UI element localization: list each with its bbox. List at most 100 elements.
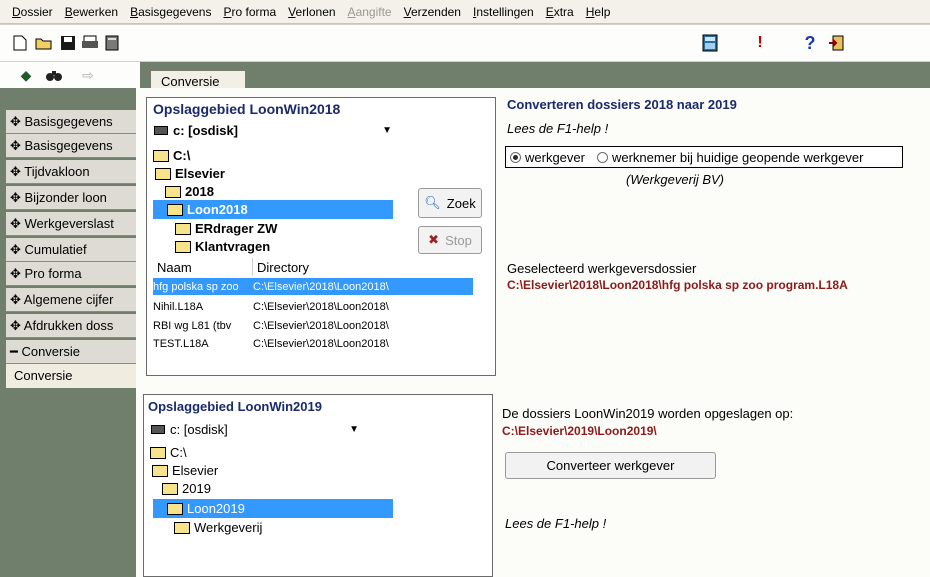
menu-instellingen[interactable]: Instellingen — [467, 5, 540, 19]
exit-door-icon[interactable] — [826, 33, 846, 53]
menu-verzenden[interactable]: Verzenden — [398, 5, 467, 19]
toolbar: ! ? — [0, 25, 930, 61]
expand-icon: ✥ — [10, 114, 25, 129]
menu-aangifte[interactable]: Aangifte — [342, 5, 398, 19]
file-row[interactable]: Nihil.L18A C:\Elsevier\2018\Loon2018\ — [153, 298, 473, 315]
nav-item-basisgegevens-2[interactable]: ✥ Basisgegevens — [6, 134, 136, 158]
chevron-down-icon: ▼ — [382, 124, 392, 136]
calculator-icon[interactable] — [700, 33, 720, 53]
folder-icon — [175, 222, 191, 235]
employer-name: (Werkgeverij BV) — [626, 172, 725, 187]
target-tree-werkgeverij[interactable]: Werkgeverij — [174, 518, 262, 537]
menu-extra[interactable]: Extra — [540, 5, 580, 19]
expand-icon: ✥ — [10, 138, 25, 153]
target-tree-loon2019[interactable]: Loon2019 — [153, 499, 393, 518]
folder-open-icon — [165, 185, 181, 198]
folder-icon — [174, 521, 190, 534]
drive-icon — [151, 424, 165, 434]
source-tree-root[interactable]: C:\ — [153, 146, 190, 165]
source-tree-erdrager[interactable]: ERdrager ZW — [175, 219, 277, 238]
file-row[interactable]: hfg polska sp zoo C:\Elsevier\2018\Loon20… — [153, 278, 473, 295]
forward-arrow-icon[interactable]: ⇨ — [78, 65, 98, 85]
column-header-naam[interactable]: Naam — [153, 258, 253, 276]
target-panel-title: Opslaggebied LoonWin2019 — [148, 399, 322, 414]
nav-item-conversie[interactable]: ━ Conversie — [6, 340, 136, 364]
menu-pro-forma[interactable]: Pro forma — [217, 5, 282, 19]
menu-basisgegevens[interactable]: Basisgegevens — [124, 5, 217, 19]
conversion-heading: Converteren dossiers 2018 naar 2019 — [507, 97, 737, 112]
left-navigation: ✥ Basisgegevens ✥ Basisgegevens ✥ Tijdva… — [0, 88, 136, 577]
conversion-mode-group: werkgever werknemer bij huidige geopende… — [505, 146, 903, 168]
drive-icon — [154, 125, 168, 135]
radio-employee[interactable]: werknemer bij huidige geopende werkgever — [596, 150, 863, 165]
folder-open-icon — [150, 446, 166, 459]
open-folder-icon[interactable] — [34, 33, 54, 53]
print-icon[interactable] — [80, 33, 100, 53]
expand-icon: ✥ — [10, 216, 25, 231]
file-row[interactable]: RBI wg L81 (tbv C:\Elsevier\2018\Loon2018… — [153, 317, 473, 334]
folder-open-icon — [153, 149, 169, 162]
content-area: Opslaggebied LoonWin2018 c: [osdisk] ▼ C… — [136, 88, 930, 577]
new-file-icon[interactable] — [10, 33, 30, 53]
tab-strip — [140, 62, 930, 88]
column-header-directory[interactable]: Directory — [253, 258, 473, 276]
nav-item-tijdvakloon[interactable]: ✥ Tijdvakloon — [6, 160, 136, 184]
help-hint-bottom: Lees de F1-help ! — [505, 516, 607, 531]
navigation-bar: ◆ ⇨ — [0, 62, 140, 88]
convert-employer-button[interactable]: Converteer werkgever — [505, 452, 716, 479]
search-icon: 🔍︎ — [424, 195, 441, 210]
target-tree-elsevier[interactable]: Elsevier — [152, 461, 218, 480]
file-list: Naam Directory hfg polska sp zoo C:\Elsev… — [153, 258, 473, 368]
radio-employer[interactable]: werkgever — [510, 150, 585, 165]
archive-icon[interactable] — [102, 33, 122, 53]
menu-dossier[interactable]: Dossier — [6, 5, 59, 19]
expand-icon: ✥ — [10, 266, 25, 281]
menu-help[interactable]: Help — [580, 5, 617, 19]
help-hint-top: Lees de F1-help ! — [507, 121, 609, 136]
radio-unchecked-icon — [596, 151, 608, 163]
nav-item-algemene-cijfers[interactable]: ✥ Algemene cijfer — [6, 288, 136, 312]
nav-item-basisgegevens-1[interactable]: ✥ Basisgegevens — [6, 110, 136, 134]
collapse-icon: ━ — [10, 344, 22, 359]
target-storage-panel: Opslaggebied LoonWin2019 c: [osdisk] ▼ C… — [143, 394, 493, 577]
nav-item-werkgeverslast[interactable]: ✥ Werkgeverslast — [6, 212, 136, 236]
folder-open-icon — [167, 203, 183, 216]
selected-file-label: Geselecteerd werkgeversdossier — [507, 261, 697, 276]
nav-item-bijzonder-loon[interactable]: ✥ Bijzonder loon — [6, 186, 136, 210]
stop-button[interactable]: ✖ Stop — [418, 226, 482, 254]
nav-item-cumulatief[interactable]: ✥ Cumulatief — [6, 238, 136, 262]
source-tree-elsevier[interactable]: Elsevier — [155, 164, 225, 183]
expand-icon: ✥ — [10, 242, 25, 257]
file-row[interactable]: TEST.L18A C:\Elsevier\2018\Loon2018\ — [153, 335, 473, 352]
nav-subitem-conversie[interactable]: Conversie — [6, 364, 136, 388]
expand-icon: ✥ — [10, 164, 25, 179]
menu-bewerken[interactable]: Bewerken — [59, 5, 124, 19]
save-icon[interactable] — [58, 33, 78, 53]
target-tree-root[interactable]: C:\ — [150, 443, 187, 462]
nav-item-pro-forma[interactable]: ✥ Pro forma — [6, 262, 136, 286]
save-location-path: C:\Elsevier\2019\Loon2019\ — [502, 424, 657, 438]
folder-open-icon — [162, 482, 178, 495]
menu-bar: Dossier Bewerken Basisgegevens Pro forma… — [0, 0, 930, 24]
help-question-icon[interactable]: ? — [800, 33, 820, 53]
chevron-down-icon: ▼ — [349, 423, 359, 435]
folder-icon — [175, 240, 191, 253]
folder-open-icon — [167, 502, 183, 515]
target-drive-select[interactable]: c: [osdisk] ▼ — [150, 419, 366, 439]
folder-open-icon — [152, 464, 168, 477]
source-drive-select[interactable]: c: [osdisk] ▼ — [153, 120, 399, 140]
source-storage-panel: Opslaggebied LoonWin2018 c: [osdisk] ▼ C… — [146, 97, 496, 376]
back-arrow-icon[interactable]: ◆ — [16, 65, 36, 85]
source-tree-klantvragen[interactable]: Klantvragen — [175, 237, 270, 256]
save-location-label: De dossiers LoonWin2019 worden opgeslage… — [502, 406, 794, 421]
source-tree-2018[interactable]: 2018 — [165, 182, 214, 201]
source-tree-loon2018[interactable]: Loon2018 — [153, 200, 393, 219]
binoculars-icon[interactable] — [44, 65, 64, 85]
menu-verlonen[interactable]: Verlonen — [282, 5, 341, 19]
alert-icon[interactable]: ! — [750, 33, 770, 53]
search-button[interactable]: 🔍︎ Zoek — [418, 188, 482, 218]
source-panel-title: Opslaggebied LoonWin2018 — [153, 101, 341, 117]
target-tree-2019[interactable]: 2019 — [162, 479, 211, 498]
nav-item-afdrukken-dossier[interactable]: ✥ Afdrukken doss — [6, 314, 136, 338]
stop-icon: ✖ — [428, 232, 440, 247]
